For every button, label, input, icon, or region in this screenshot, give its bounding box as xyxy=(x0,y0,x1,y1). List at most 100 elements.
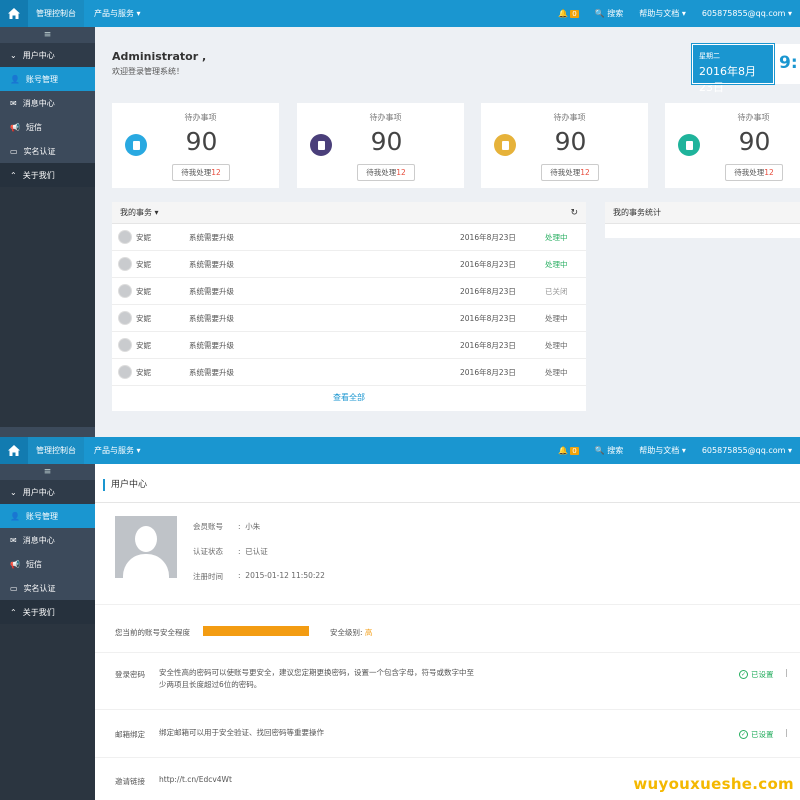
top-navbar: 管理控制台 产品与服务 ▾ 🔔 0 🔍 搜索 帮助与文档 ▾ 605875855@… xyxy=(0,0,800,27)
caret-down-icon: ▾ xyxy=(134,9,141,18)
stats-title: 我的事务统计 xyxy=(605,202,800,224)
sidebar-item-account[interactable]: 👤 账号管理 xyxy=(0,67,95,91)
pending-button[interactable]: 待我处理12 xyxy=(172,164,230,181)
caret-down-icon: ▾ xyxy=(679,446,686,455)
user-avatar xyxy=(118,284,132,298)
sidebar-item-messages[interactable]: ✉ 消息中心 xyxy=(0,528,95,552)
search-button[interactable]: 🔍 搜索 xyxy=(587,437,632,464)
sidebar-item-sms[interactable]: 📢 短信 xyxy=(0,552,95,576)
tasks-dropdown[interactable]: 我的事务 ▾ xyxy=(120,207,159,218)
invite-link-label: 邀请链接 xyxy=(115,777,145,786)
sidebar-item-sms[interactable]: 📢 短信 xyxy=(0,115,95,139)
divider-pipe: | xyxy=(785,668,788,677)
console-link[interactable]: 管理控制台 xyxy=(28,437,84,464)
refresh-icon[interactable]: ↻ xyxy=(570,208,578,218)
sidebar-item-messages[interactable]: ✉ 消息中心 xyxy=(0,91,95,115)
divider xyxy=(95,709,800,710)
tasks-header: 我的事务 ▾ ↻ xyxy=(112,202,586,224)
task-subject: 系统需要升级 xyxy=(189,313,234,323)
task-row[interactable]: 安妮 系统需要升级 2016年8月23日 处理中 xyxy=(112,305,586,332)
login-password-label: 登录密码 xyxy=(115,670,145,679)
pending-button[interactable]: 待我处理12 xyxy=(725,164,783,181)
invite-link-value[interactable]: http://t.cn/Edcv4Wt xyxy=(159,774,489,786)
sidebar-toggle[interactable]: ≡ xyxy=(0,464,95,480)
sidebar-item-verification[interactable]: ▭ 实名认证 xyxy=(0,576,95,600)
notifications-button[interactable]: 🔔 0 xyxy=(550,0,586,27)
pending-button[interactable]: 待我处理12 xyxy=(541,164,599,181)
task-date: 2016年8月23日 xyxy=(460,313,516,323)
megaphone-icon: 📢 xyxy=(10,559,20,569)
task-stats-panel: 我的事务统计 xyxy=(605,202,800,238)
security-label: 您当前的账号安全程度 xyxy=(115,628,190,637)
sidebar-item-about[interactable]: ⌃ 关于我们 xyxy=(0,163,95,187)
task-subject: 系统需要升级 xyxy=(189,367,234,377)
user-avatar xyxy=(118,365,132,379)
home-button[interactable] xyxy=(0,437,28,464)
card-value: 90 xyxy=(554,127,587,156)
bell-icon: 🔔 xyxy=(558,9,569,18)
sidebar-toggle[interactable]: ≡ xyxy=(0,27,95,43)
card-title: 待办事项 xyxy=(737,113,770,122)
divider-pipe: | xyxy=(785,728,788,737)
help-menu[interactable]: 帮助与文档 ▾ xyxy=(631,0,694,27)
task-row[interactable]: 安妮 系统需要升级 2016年8月23日 处理中 xyxy=(112,251,586,278)
account-menu[interactable]: 605875855@qq.com ▾ xyxy=(694,0,800,27)
login-password-status: ✓ 已设置 xyxy=(739,670,774,679)
task-row[interactable]: 安妮 系统需要升级 2016年8月23日 处理中 xyxy=(112,332,586,359)
menu-icon: ≡ xyxy=(43,30,52,40)
user-center-main: 用户中心 会员账号: 小朱 认证状态: 已认证 注册时间: 2015-01-12… xyxy=(95,464,800,800)
sidebar-item-about[interactable]: ⌃ 关于我们 xyxy=(0,600,95,624)
notifications-button[interactable]: 🔔 0 xyxy=(550,437,586,464)
check-icon: ✓ xyxy=(739,730,748,739)
task-date: 2016年8月23日 xyxy=(460,232,516,242)
dashboard-main: Administrator , 欢迎登录管理系统！ 星期二 2016年8月23日… xyxy=(95,27,800,437)
task-status: 处理中 xyxy=(545,340,568,350)
caret-down-icon: ▾ xyxy=(679,9,686,18)
search-button[interactable]: 🔍 搜索 xyxy=(587,0,632,27)
sidebar-item-account[interactable]: 👤 账号管理 xyxy=(0,504,95,528)
account-menu[interactable]: 605875855@qq.com ▾ xyxy=(694,437,800,464)
user-icon: 👤 xyxy=(10,74,20,84)
card-title: 待办事项 xyxy=(184,113,217,122)
view-all-link[interactable]: 查看全部 xyxy=(112,386,586,410)
home-button[interactable] xyxy=(0,0,28,27)
caret-down-icon: ▾ xyxy=(152,208,159,217)
divider xyxy=(95,757,800,758)
id-card-icon: ▭ xyxy=(10,583,18,593)
security-progress-bar xyxy=(203,626,309,636)
register-value: 2015-01-12 11:50:22 xyxy=(245,571,325,580)
user-avatar xyxy=(118,230,132,244)
task-user: 安妮 xyxy=(136,259,151,269)
products-menu[interactable]: 产品与服务 ▾ xyxy=(84,8,151,19)
pending-button[interactable]: 待我处理12 xyxy=(357,164,415,181)
products-menu[interactable]: 产品与服务 ▾ xyxy=(84,445,151,456)
todo-card: 待办事项 90 待我处理12 xyxy=(297,103,464,188)
envelope-icon: ✉ xyxy=(10,98,17,108)
todo-card: 待办事项 90 待我处理12 xyxy=(481,103,648,188)
task-status: 已关闭 xyxy=(545,286,568,296)
chevron-down-icon: ⌄ xyxy=(10,487,17,497)
task-row[interactable]: 安妮 系统需要升级 2016年8月23日 处理中 xyxy=(112,224,586,251)
sidebar-item-verification[interactable]: ▭ 实名认证 xyxy=(0,139,95,163)
sidebar-item-user-center[interactable]: ⌄ 用户中心 xyxy=(0,43,95,67)
date-box: 星期二 2016年8月23日 xyxy=(691,43,775,94)
task-date: 2016年8月23日 xyxy=(460,340,516,350)
task-row[interactable]: 安妮 系统需要升级 2016年8月23日 处理中 xyxy=(112,359,586,386)
task-user: 安妮 xyxy=(136,340,151,350)
chevron-up-icon: ⌃ xyxy=(10,170,17,180)
id-card-icon: ▭ xyxy=(10,146,18,156)
user-avatar xyxy=(118,338,132,352)
card-value: 90 xyxy=(370,127,403,156)
task-status: 处理中 xyxy=(545,232,568,242)
help-menu[interactable]: 帮助与文档 ▾ xyxy=(631,437,694,464)
envelope-icon: ✉ xyxy=(10,535,17,545)
notification-badge: 0 xyxy=(570,9,579,18)
task-user: 安妮 xyxy=(136,313,151,323)
task-row[interactable]: 安妮 系统需要升级 2016年8月23日 已关闭 xyxy=(112,278,586,305)
account-value: 小朱 xyxy=(245,522,261,531)
console-link[interactable]: 管理控制台 xyxy=(28,0,84,27)
card-title: 待办事项 xyxy=(369,113,402,122)
sidebar-item-user-center[interactable]: ⌄ 用户中心 xyxy=(0,480,95,504)
divider xyxy=(95,502,800,503)
user-name: Administrator , xyxy=(112,50,207,63)
